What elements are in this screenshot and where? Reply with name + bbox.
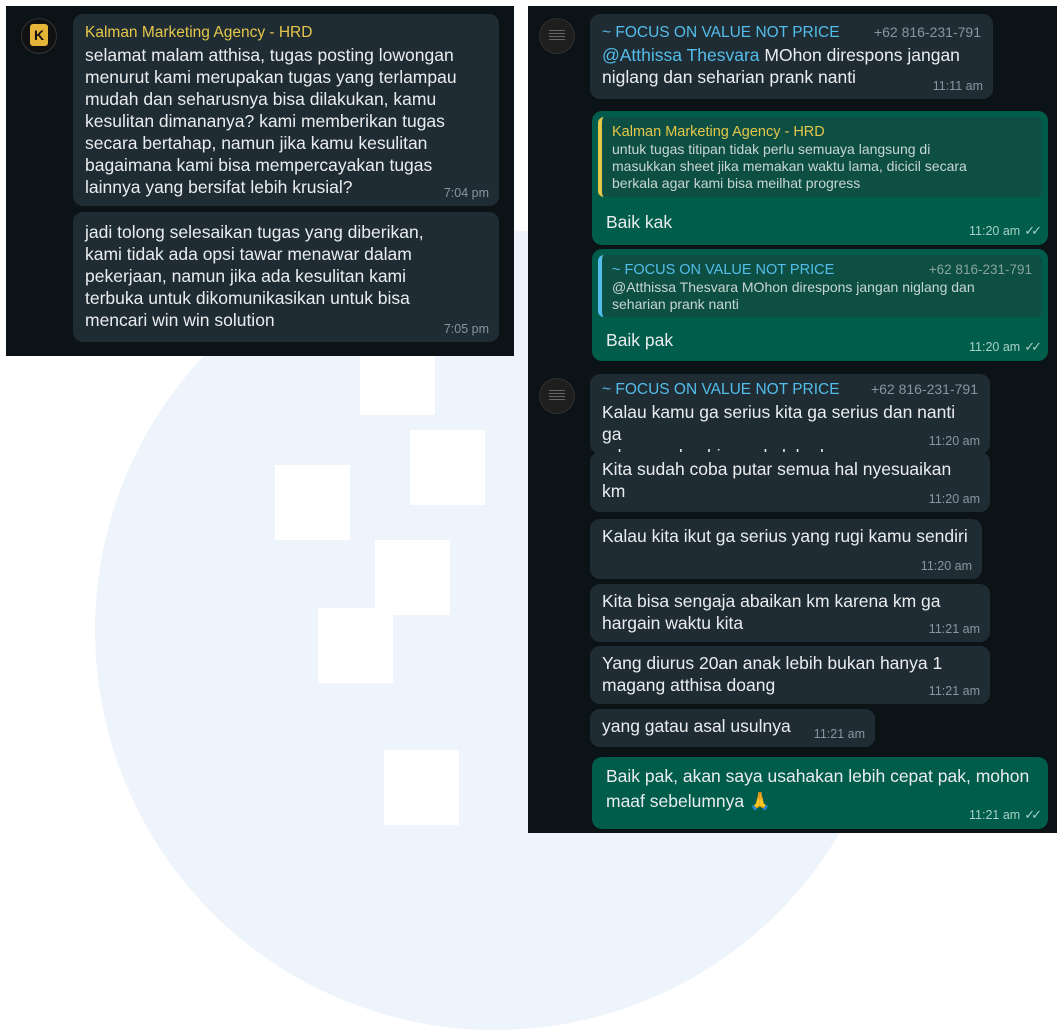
quoted-sender: ~ FOCUS ON VALUE NOT PRICE +62 816-231-79… xyxy=(612,261,1032,279)
message-text: Kita sudah coba putar semua hal nyesuaik… xyxy=(602,459,952,501)
message-time: 11:20 am ✓✓ xyxy=(969,339,1042,355)
message-time: 11:21 am xyxy=(928,622,980,636)
kalman-logo-icon: K xyxy=(30,24,48,46)
mention-link[interactable]: @Atthissa Thesvara xyxy=(602,45,760,65)
message-time: 11:20 am xyxy=(928,434,980,448)
message-bubble-outgoing[interactable]: Baik pak, akan saya usahakan lebih cepat… xyxy=(592,757,1048,829)
message-time: 11:21 am ✓✓ xyxy=(969,807,1042,823)
message-bubble[interactable]: Kalau kita ikut ga serius yang rugi kamu… xyxy=(590,519,982,579)
message-bubble[interactable]: Kalman Marketing Agency - HRD selamat ma… xyxy=(73,14,499,206)
message-time: 7:05 pm xyxy=(443,322,489,336)
message-bubble[interactable]: Kita sudah coba putar semua hal nyesuaik… xyxy=(590,452,990,512)
quoted-text: @Atthissa Thesvara MOhon direspons janga… xyxy=(612,279,975,312)
sender-name[interactable]: ~ FOCUS ON VALUE NOT PRICE +62 816-231-7… xyxy=(602,380,978,399)
message-bubble[interactable]: jadi tolong selesaikan tugas yang diberi… xyxy=(73,212,499,342)
time-label: 11:21 am xyxy=(969,808,1021,822)
message-time: 7:04 pm xyxy=(443,186,489,200)
kalman-avatar[interactable]: K xyxy=(21,18,57,54)
sender-name[interactable]: ~ FOCUS ON VALUE NOT PRICE +62 816-231-7… xyxy=(602,23,981,42)
message-bubble[interactable]: ~ FOCUS ON VALUE NOT PRICE +62 816-231-7… xyxy=(590,374,990,466)
message-bubble[interactable]: Yang diurus 20an anak lebih bukan hanya … xyxy=(590,646,990,704)
time-label: 11:20 am xyxy=(969,224,1021,238)
quoted-sender: Kalman Marketing Agency - HRD xyxy=(612,124,825,140)
message-text: Kalau kita ikut ga serius yang rugi kamu… xyxy=(602,526,968,546)
message-text: selamat malam atthisa, tugas posting low… xyxy=(85,45,457,197)
message-time: 11:11 am xyxy=(932,79,983,93)
message-text: Baik pak xyxy=(606,330,674,350)
message-text-part: niglang dan seharian prank nanti xyxy=(602,67,856,87)
sender-phone: +62 816-231-791 xyxy=(870,381,978,397)
quoted-text: untuk tugas titipan tidak perlu semuaya … xyxy=(612,141,967,191)
read-ticks-icon: ✓✓ xyxy=(1024,339,1042,354)
message-time: 11:21 am xyxy=(813,727,865,741)
watermark-square xyxy=(318,608,393,683)
sender-phone: +62 816-231-791 xyxy=(873,24,981,40)
message-bubble-outgoing[interactable]: ~ FOCUS ON VALUE NOT PRICE +62 816-231-79… xyxy=(592,249,1048,361)
right-chat-panel: ~ FOCUS ON VALUE NOT PRICE +62 816-231-7… xyxy=(528,6,1057,833)
message-bubble[interactable]: ~ FOCUS ON VALUE NOT PRICE +62 816-231-7… xyxy=(590,14,993,99)
message-text: Yang diurus 20an anak lebih bukan hanya … xyxy=(602,653,943,695)
message-text-part: MOhon direspons jangan xyxy=(759,45,960,65)
message-time: 11:20 am xyxy=(928,492,980,506)
message-bubble[interactable]: yang gatau asal usulnya 11:21 am xyxy=(590,709,875,747)
read-ticks-icon: ✓✓ xyxy=(1024,223,1042,238)
message-time: 11:20 am xyxy=(920,559,972,573)
message-time: 11:21 am xyxy=(928,684,980,698)
avatar-image-icon xyxy=(549,390,565,402)
avatar-image-icon xyxy=(549,30,565,42)
message-bubble[interactable]: Kita bisa sengaja abaikan km karena km g… xyxy=(590,584,990,642)
message-text: Kita bisa sengaja abaikan km karena km g… xyxy=(602,591,941,633)
watermark-square xyxy=(275,465,350,540)
focus-avatar[interactable] xyxy=(539,378,575,414)
watermark-square xyxy=(375,540,450,615)
time-label: 11:20 am xyxy=(969,340,1021,354)
message-time: 11:20 am ✓✓ xyxy=(969,223,1042,239)
sender-label[interactable]: ~ FOCUS ON VALUE NOT PRICE xyxy=(602,381,840,398)
message-text: Baik kak xyxy=(606,212,673,232)
message-text: jadi tolong selesaikan tugas yang diberi… xyxy=(85,222,424,330)
sender-label[interactable]: ~ FOCUS ON VALUE NOT PRICE xyxy=(602,24,840,41)
watermark-square xyxy=(410,430,485,505)
sender-name[interactable]: Kalman Marketing Agency - HRD xyxy=(85,23,487,42)
quoted-phone: +62 816-231-791 xyxy=(928,262,1032,277)
watermark-square xyxy=(384,750,459,825)
message-text: @Atthissa Thesvara MOhon direspons janga… xyxy=(602,44,981,88)
quoted-message[interactable]: Kalman Marketing Agency - HRD untuk tuga… xyxy=(598,117,1042,197)
message-bubble-outgoing[interactable]: Kalman Marketing Agency - HRD untuk tuga… xyxy=(592,111,1048,245)
focus-avatar[interactable] xyxy=(539,18,575,54)
quoted-sender-label: ~ FOCUS ON VALUE NOT PRICE xyxy=(612,262,835,278)
read-ticks-icon: ✓✓ xyxy=(1024,807,1042,822)
left-chat-panel: K Kalman Marketing Agency - HRD selamat … xyxy=(6,6,514,356)
quoted-message[interactable]: ~ FOCUS ON VALUE NOT PRICE +62 816-231-79… xyxy=(598,255,1042,317)
